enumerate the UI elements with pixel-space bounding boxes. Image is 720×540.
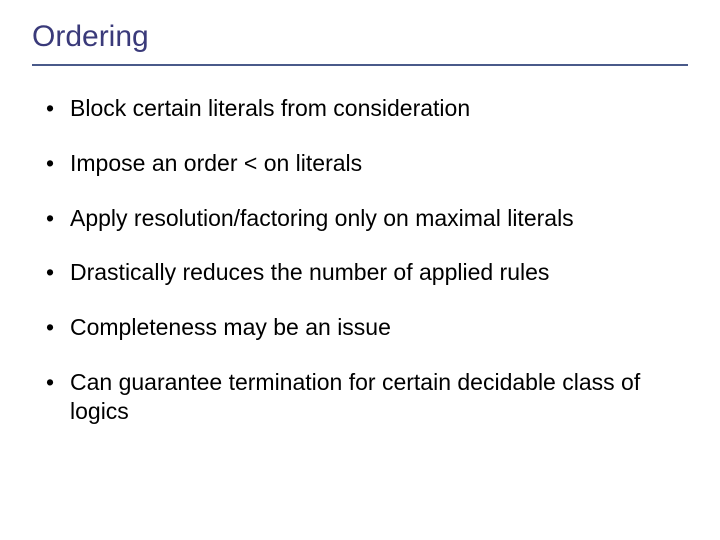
title-divider [32, 64, 688, 66]
list-item: Completeness may be an issue [46, 313, 688, 342]
list-item: Impose an order < on literals [46, 149, 688, 178]
slide-title: Ordering [32, 20, 688, 60]
bullet-list: Block certain literals from consideratio… [32, 94, 688, 425]
list-item: Can guarantee termination for certain de… [46, 368, 688, 426]
list-item: Drastically reduces the number of applie… [46, 258, 688, 287]
list-item: Apply resolution/factoring only on maxim… [46, 204, 688, 233]
list-item: Block certain literals from consideratio… [46, 94, 688, 123]
